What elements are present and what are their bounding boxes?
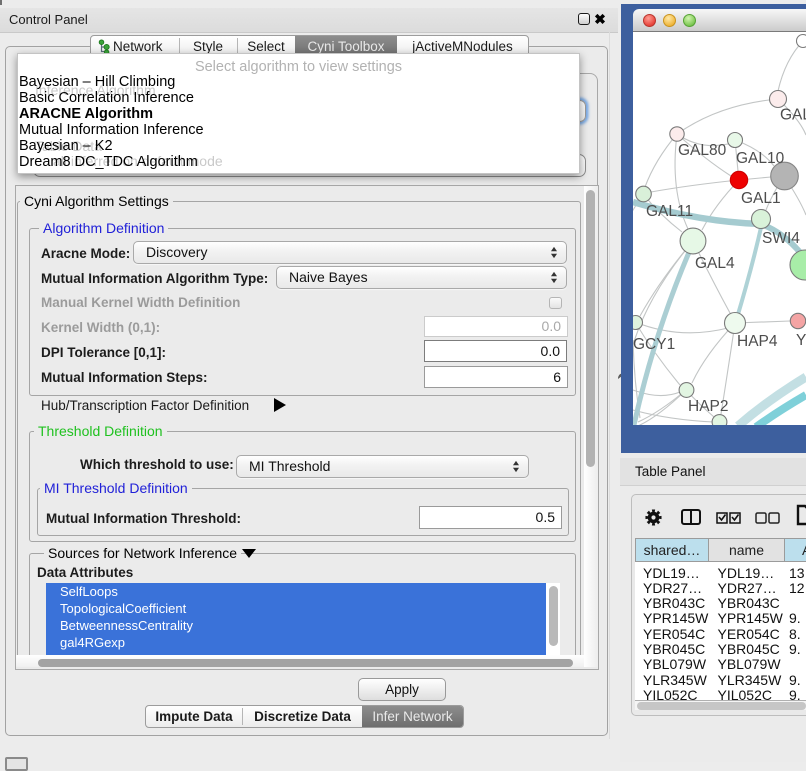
svg-text:GAL1: GAL1 (741, 190, 781, 207)
svg-text:GAL: GAL (780, 107, 806, 124)
svg-text:HAP2: HAP2 (688, 398, 729, 415)
svg-text:HAP4: HAP4 (737, 333, 778, 350)
svg-text:SWI4: SWI4 (762, 230, 800, 247)
svg-text:GCY1: GCY1 (633, 336, 675, 353)
svg-text:GAL80: GAL80 (678, 142, 727, 159)
svg-text:GAL11: GAL11 (646, 203, 693, 220)
svg-text:Y: Y (796, 332, 806, 349)
svg-text:GAL10: GAL10 (736, 150, 785, 167)
svg-text:GAL4: GAL4 (695, 255, 735, 272)
